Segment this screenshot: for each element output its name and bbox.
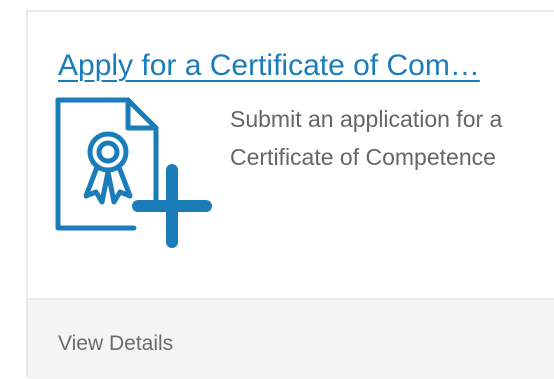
card-footer[interactable]: View Details bbox=[28, 298, 554, 379]
view-details-link[interactable]: View Details bbox=[58, 330, 173, 358]
card-description: Submit an application for a Certificate … bbox=[230, 106, 503, 170]
service-card: Apply for a Certificate of Com… Submit a… bbox=[26, 10, 554, 379]
card-title-link[interactable]: Apply for a Certificate of Com… bbox=[58, 46, 538, 86]
certificate-add-icon bbox=[55, 97, 212, 248]
